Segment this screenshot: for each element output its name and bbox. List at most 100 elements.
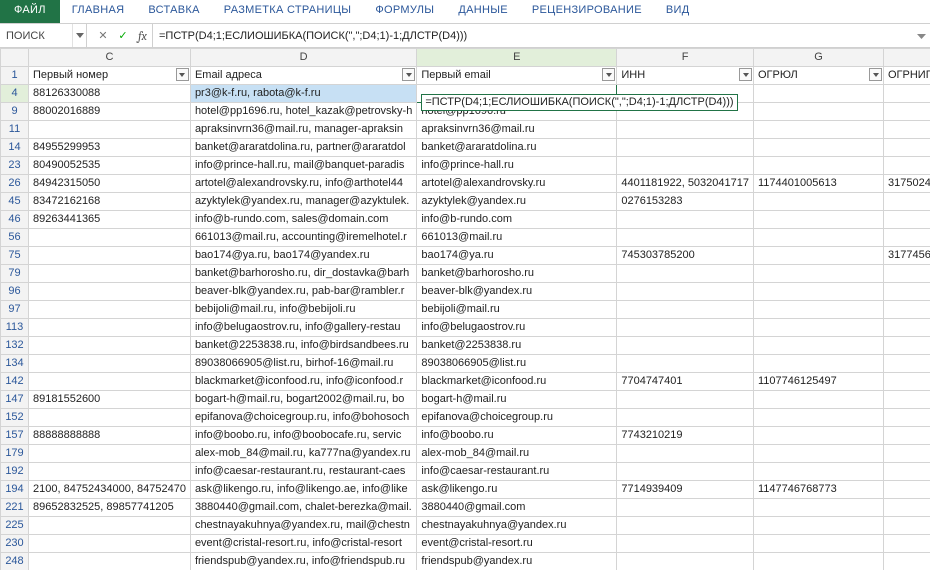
- row-header[interactable]: 113: [1, 319, 29, 337]
- cell[interactable]: bogart-h@mail.ru, bogart2002@mail.ru, bo: [190, 391, 416, 409]
- cell[interactable]: epifanova@choicegroup.ru, info@bohosoch: [190, 409, 416, 427]
- cell[interactable]: [754, 103, 884, 121]
- row-header[interactable]: 194: [1, 481, 29, 499]
- cell[interactable]: [754, 193, 884, 211]
- cell[interactable]: [754, 319, 884, 337]
- cell[interactable]: [29, 301, 191, 319]
- tab-formulas[interactable]: ФОРМУЛЫ: [363, 0, 446, 23]
- cell[interactable]: [884, 283, 930, 301]
- cell[interactable]: [884, 85, 930, 103]
- cell[interactable]: [884, 157, 930, 175]
- cell[interactable]: 661013@mail.ru: [417, 229, 617, 247]
- filter-button-F[interactable]: [739, 68, 752, 81]
- row-header[interactable]: 9: [1, 103, 29, 121]
- row-header[interactable]: 4: [1, 85, 29, 103]
- cell[interactable]: [754, 553, 884, 570]
- cell[interactable]: [617, 409, 754, 427]
- cell[interactable]: 84942315050: [29, 175, 191, 193]
- cell[interactable]: 4401181922, 5032041717: [617, 175, 754, 193]
- cell[interactable]: bebijoli@mail.ru, info@bebijoli.ru: [190, 301, 416, 319]
- cell[interactable]: azyktylek@yandex.ru, manager@azyktulek.: [190, 193, 416, 211]
- cell[interactable]: info@caesar-restaurant.ru, restaurant-ca…: [190, 463, 416, 481]
- row-header[interactable]: 97: [1, 301, 29, 319]
- cell[interactable]: [884, 535, 930, 553]
- cell[interactable]: [617, 139, 754, 157]
- cell[interactable]: [754, 445, 884, 463]
- header-cell-C[interactable]: Первый номер: [29, 67, 191, 85]
- cell[interactable]: info@prince-hall.ru, mail@banquet-paradi…: [190, 157, 416, 175]
- cell[interactable]: [617, 283, 754, 301]
- col-header-H[interactable]: H: [884, 49, 930, 67]
- cell[interactable]: artotel@alexandrovsky.ru: [417, 175, 617, 193]
- cell[interactable]: event@cristal-resort.ru, info@cristal-re…: [190, 535, 416, 553]
- cell[interactable]: friendspub@yandex.ru, info@friendspub.ru: [190, 553, 416, 570]
- cell[interactable]: [754, 211, 884, 229]
- cell[interactable]: chestnayakuhnya@yandex.ru: [417, 517, 617, 535]
- cell[interactable]: banket@2253838.ru, info@birdsandbees.ru: [190, 337, 416, 355]
- cell[interactable]: 317745600137672: [884, 247, 930, 265]
- row-header[interactable]: 75: [1, 247, 29, 265]
- row-header[interactable]: 45: [1, 193, 29, 211]
- cell[interactable]: [884, 103, 930, 121]
- filter-button-G[interactable]: [869, 68, 882, 81]
- row-header[interactable]: 248: [1, 553, 29, 570]
- cell[interactable]: pr3@k-f.ru, rabota@k-f.ru: [190, 85, 416, 103]
- cell[interactable]: [617, 265, 754, 283]
- cell[interactable]: [29, 535, 191, 553]
- cell[interactable]: [754, 427, 884, 445]
- row-header[interactable]: 230: [1, 535, 29, 553]
- filter-button-D[interactable]: [402, 68, 415, 81]
- cell[interactable]: [754, 499, 884, 517]
- tab-data[interactable]: ДАННЫЕ: [446, 0, 520, 23]
- cell[interactable]: friendspub@yandex.ru: [417, 553, 617, 570]
- cell[interactable]: beaver-blk@yandex.ru, pab-bar@rambler.r: [190, 283, 416, 301]
- cell[interactable]: [884, 553, 930, 570]
- cell[interactable]: [754, 121, 884, 139]
- cell[interactable]: [617, 211, 754, 229]
- cell[interactable]: banket@barhorosho.ru: [417, 265, 617, 283]
- formula-expand-icon[interactable]: [912, 31, 930, 40]
- cell[interactable]: [617, 319, 754, 337]
- tab-page-layout[interactable]: РАЗМЕТКА СТРАНИЦЫ: [212, 0, 364, 23]
- cell[interactable]: 2100, 84752434000, 84752470: [29, 481, 191, 499]
- cell[interactable]: [884, 373, 930, 391]
- cell[interactable]: alex-mob_84@mail.ru: [417, 445, 617, 463]
- cell[interactable]: info@boobo.ru, info@boobocafe.ru, servic: [190, 427, 416, 445]
- row-header[interactable]: 23: [1, 157, 29, 175]
- cell[interactable]: [29, 445, 191, 463]
- cell[interactable]: 88126330088: [29, 85, 191, 103]
- cell[interactable]: 3880440@gmail.com, chalet-berezka@mail.: [190, 499, 416, 517]
- cell[interactable]: [884, 265, 930, 283]
- cell[interactable]: [29, 319, 191, 337]
- cell[interactable]: [29, 355, 191, 373]
- cell[interactable]: [29, 373, 191, 391]
- cell[interactable]: 84955299953: [29, 139, 191, 157]
- header-cell-D[interactable]: Email адреса: [190, 67, 416, 85]
- tab-view[interactable]: ВИД: [654, 0, 702, 23]
- cell[interactable]: [884, 121, 930, 139]
- col-header-C[interactable]: C: [29, 49, 191, 67]
- cell[interactable]: [29, 121, 191, 139]
- header-cell-H[interactable]: ОГРНИП: [884, 67, 930, 85]
- worksheet-grid[interactable]: CDEFGH1Первый номерEmail адресаПервый em…: [0, 48, 930, 570]
- cell[interactable]: [29, 283, 191, 301]
- formula-input[interactable]: =ПСТР(D4;1;ЕСЛИОШИБКА(ПОИСК(",";D4;1)-1;…: [153, 24, 912, 47]
- name-box[interactable]: ПОИСК: [0, 24, 72, 47]
- cell[interactable]: [617, 355, 754, 373]
- row-header[interactable]: 14: [1, 139, 29, 157]
- cell[interactable]: [617, 445, 754, 463]
- cell[interactable]: [754, 463, 884, 481]
- cell[interactable]: 80490052535: [29, 157, 191, 175]
- cell[interactable]: [884, 319, 930, 337]
- cell[interactable]: [617, 553, 754, 570]
- cell[interactable]: [29, 553, 191, 570]
- row-header[interactable]: 142: [1, 373, 29, 391]
- cell[interactable]: epifanova@choicegroup.ru: [417, 409, 617, 427]
- cell[interactable]: [884, 355, 930, 373]
- cell[interactable]: [617, 499, 754, 517]
- select-all-corner[interactable]: [1, 49, 29, 67]
- cell[interactable]: [884, 445, 930, 463]
- cell[interactable]: 88002016889: [29, 103, 191, 121]
- tab-home[interactable]: ГЛАВНАЯ: [60, 0, 137, 23]
- cell[interactable]: [884, 463, 930, 481]
